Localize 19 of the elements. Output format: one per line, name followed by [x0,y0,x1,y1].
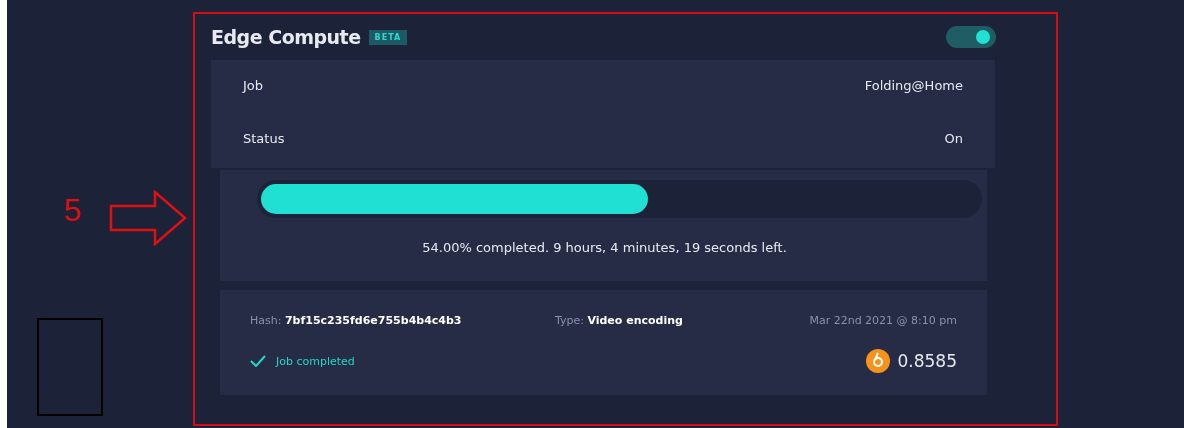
coin-icon [865,349,890,373]
detail-label: Job [243,78,264,93]
beta-badge: BETA [368,29,408,45]
reward-amount: 0.8585 [897,351,957,371]
hash-label: Hash: [250,314,282,327]
type-value: Video encoding [587,314,683,327]
check-icon [250,355,266,367]
detail-label: Status [243,131,285,146]
detail-value: On [944,131,963,146]
hash-value: 7bf15c235fd6e755b4b4c4b3 [284,314,463,327]
arrow-icon [109,190,187,246]
step-number: 5 [64,194,82,226]
job-date: Mar 22nd 2021 @ 8:10 pm [809,314,957,327]
detail-value: Folding@Home [864,78,963,93]
type-label: Type: [554,314,584,327]
job-status: Job completed [276,354,355,368]
toggle-switch[interactable] [946,26,996,48]
panel-title: Edge Compute [211,26,361,48]
progress-caption: 54.00% completed. 9 hours, 4 minutes, 19 seconds left. [421,240,788,255]
